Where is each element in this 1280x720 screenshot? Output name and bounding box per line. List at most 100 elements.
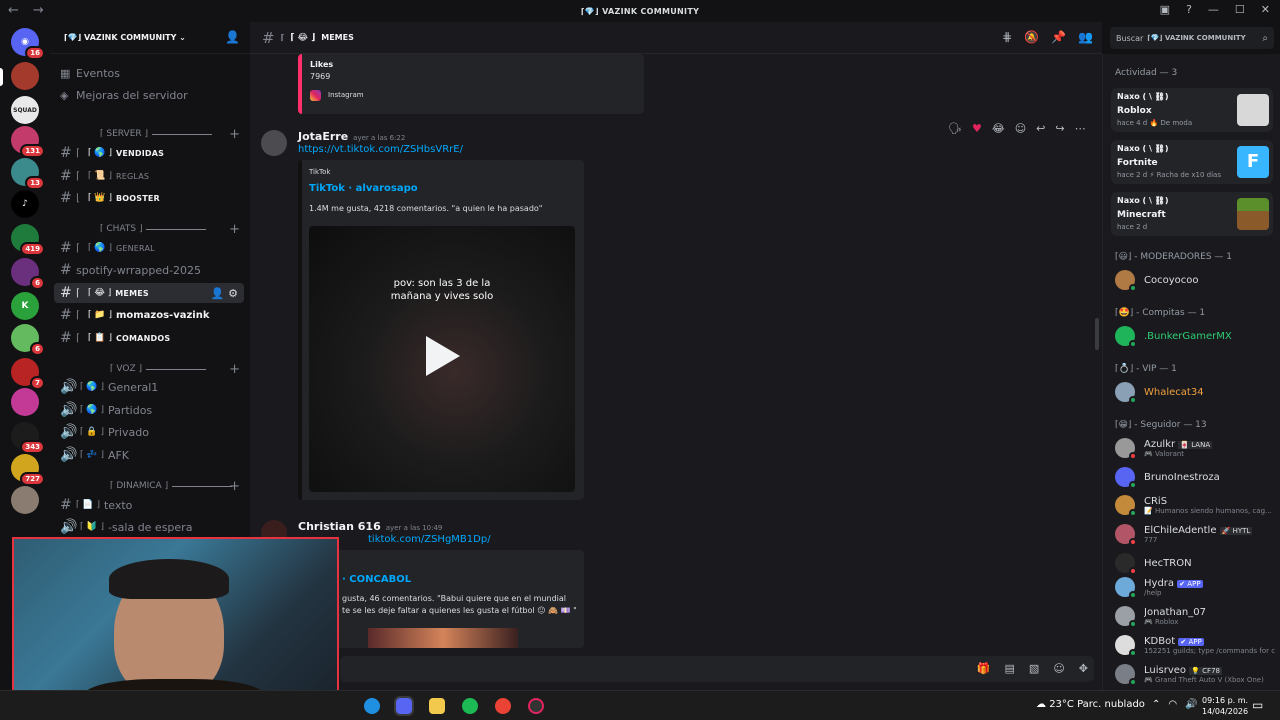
reply-icon[interactable]: ↩ <box>1036 122 1045 135</box>
channel-reglas[interactable]: # ⌈ ⌈ 📜 ⌋ REGLAS <box>54 166 244 186</box>
pin-icon[interactable]: 📌 <box>1051 30 1066 44</box>
member-item[interactable]: KDBot ✔ APP 152251 guilds; type /commands… <box>1115 631 1277 659</box>
add-channel-icon[interactable]: + <box>229 222 240 237</box>
channel-general[interactable]: # ⌈ ⌈ 🌎 ⌋ GENERAL <box>54 238 244 258</box>
discord-icon[interactable] <box>394 696 414 716</box>
channel-memes[interactable]: # ⌈ ⌈ 😂 ⌋ MEMES 👤 ⚙ <box>54 283 244 303</box>
category-voz[interactable]: ⌈ VOZ ⌋ + <box>58 362 244 377</box>
chrome-icon[interactable] <box>495 698 511 714</box>
channel-texto[interactable]: # ⌈ 📄 ⌋ texto <box>54 495 244 515</box>
obs-icon[interactable] <box>528 698 544 714</box>
message-link[interactable]: https://vt.tiktok.com/ZSHbsVRrE/ <box>298 144 463 155</box>
emoji-icon[interactable]: ☺ <box>1053 662 1064 675</box>
voice-channel-partidos[interactable]: 🔊 ⌈ 🌎 ⌋ Partidos <box>54 400 244 420</box>
forward-icon[interactable]: ↪ <box>1055 122 1064 135</box>
embed-title[interactable]: · CONCABOL <box>342 574 411 585</box>
member-item[interactable]: Hydra ✔ APP/help <box>1115 573 1277 601</box>
play-icon[interactable] <box>426 336 460 376</box>
wifi-icon[interactable]: ◠ <box>1168 699 1177 710</box>
member-item[interactable]: Luisrveo 💡 CF78 🎮 Grand Theft Auto V (Xbo… <box>1115 660 1277 688</box>
video-thumbnail[interactable] <box>368 628 518 648</box>
category-server[interactable]: ⌈ SERVER ⌋ + <box>58 127 244 142</box>
maximize-icon[interactable]: ☐ <box>1235 3 1245 16</box>
message-author[interactable]: Christian 616 ayer a las 10:49 <box>298 520 442 533</box>
member-item[interactable]: CRiS 📝 Humanos siendo humanos, cag... <box>1115 491 1277 519</box>
server-icon[interactable] <box>11 62 39 90</box>
sticker-icon[interactable]: ▧ <box>1029 662 1039 675</box>
add-channel-icon[interactable]: + <box>229 362 240 377</box>
invite-icon[interactable]: 👤 <box>211 287 225 300</box>
activity-card[interactable]: Naxo ( \ ⛓) Fortnite hace 2 d ⚡ Racha de… <box>1111 140 1273 184</box>
gif-icon[interactable]: ▤ <box>1005 662 1015 675</box>
server-icon[interactable]: 727 <box>11 454 45 486</box>
help-icon[interactable]: ? <box>1186 3 1192 16</box>
member-item[interactable]: Azulkr 🀄 LANA 🎮 Valorant <box>1115 434 1277 462</box>
server-icon[interactable]: 13 <box>11 158 45 190</box>
server-boost-link[interactable]: ◈ Mejoras del servidor <box>54 85 244 105</box>
server-icon[interactable]: 6 <box>11 258 45 290</box>
server-icon[interactable]: K <box>11 292 39 320</box>
laugh-reaction-icon[interactable]: 😂 <box>992 122 1005 135</box>
member-item[interactable]: Whalecat34 <box>1115 378 1277 406</box>
video-thumbnail[interactable]: pov: son las 3 de la mañana y vives solo <box>309 226 575 492</box>
notification-icon[interactable]: ▭ <box>1252 698 1263 712</box>
server-icon[interactable] <box>11 486 39 514</box>
voice-channel-general1[interactable]: 🔊 ⌈ 🌎 ⌋ General1 <box>54 377 244 397</box>
channel-momazos[interactable]: # ⌈ ⌈ 📁 ⌋ momazos-vazink <box>54 305 244 325</box>
edge-icon[interactable] <box>364 698 380 714</box>
search-input[interactable]: Buscar ⌈💎⌋ VAZINK COMMUNITY ⌕ <box>1110 27 1274 49</box>
server-icon[interactable]: 419 <box>11 224 45 256</box>
embed-title[interactable]: TikTok · alvarosapo <box>309 183 418 194</box>
server-icon[interactable]: 131 <box>11 126 45 158</box>
gift-icon[interactable]: 🎁 <box>977 662 991 675</box>
member-item[interactable]: Jonathan_07 🎮 Roblox <box>1115 602 1277 630</box>
member-item[interactable]: Cocoyocoo <box>1115 266 1277 294</box>
mute-bell-icon[interactable]: 🔕 <box>1024 30 1039 44</box>
scrollbar-thumb[interactable] <box>1095 318 1099 350</box>
server-icon[interactable]: 6 <box>11 324 45 356</box>
voice-channel-afk[interactable]: 🔊 ⌈ 💤 ⌋ AFK <box>54 445 244 465</box>
message-author[interactable]: JotaErre ayer a las 6:22 <box>298 130 405 143</box>
minimize-icon[interactable]: — <box>1208 3 1219 16</box>
channel-comandos[interactable]: # ⌈ ⌈ 📋 ⌋ COMANDOS <box>54 328 244 348</box>
member-list-icon[interactable]: 👥 <box>1078 30 1093 44</box>
avatar[interactable] <box>261 130 287 156</box>
category-chats[interactable]: ⌈ CHATS ⌋ + <box>58 222 244 237</box>
server-icon[interactable] <box>11 388 39 416</box>
reaction-icon[interactable]: 🗣 <box>948 122 962 135</box>
message-composer[interactable]: 🎁 ▤ ▧ ☺ ✥ <box>340 656 1094 682</box>
category-dinamica[interactable]: ⌈ DINAMICA ⌋ + <box>58 479 244 494</box>
server-icon[interactable]: SQUAD <box>11 96 39 124</box>
heart-reaction-icon[interactable]: ♥ <box>972 122 982 135</box>
channel-vendidas[interactable]: # ⌈ ⌈ 🌎 ⌋ VENDIDAS <box>54 143 244 163</box>
direct-messages-button[interactable]: ◉ 16 <box>11 28 45 60</box>
add-channel-icon[interactable]: + <box>229 127 240 142</box>
voice-channel-espera[interactable]: 🔊 ⌈ 🔰 ⌋ -sala de espera <box>54 517 244 537</box>
server-icon[interactable]: ♪ <box>11 190 39 218</box>
channel-booster[interactable]: # ⌊ ⌈ 👑 ⌋ BOOSTER <box>54 188 244 208</box>
channel-spotify[interactable]: # spotify-wrrapped-2025 <box>54 260 244 280</box>
volume-icon[interactable]: 🔊 <box>1185 699 1197 710</box>
settings-gear-icon[interactable]: ⚙ <box>228 287 238 300</box>
voice-channel-privado[interactable]: 🔊 ⌈ 🔒 ⌋ Privado <box>54 422 244 442</box>
clock[interactable]: 09:16 p. m. 14/04/2026 <box>1202 695 1248 717</box>
spotify-icon[interactable] <box>462 698 478 714</box>
threads-icon[interactable]: ⋕ <box>1002 30 1012 44</box>
add-reaction-icon[interactable]: ☺ <box>1015 122 1026 135</box>
close-icon[interactable]: ✕ <box>1261 3 1270 16</box>
server-icon[interactable]: 7 <box>11 358 45 390</box>
member-item[interactable]: ElChileAdentle 🚀 HYTL 777 <box>1115 520 1277 548</box>
events-link[interactable]: ▦ Eventos <box>54 63 244 83</box>
guild-header[interactable]: ⌈💎⌋ VAZINK COMMUNITY ⌄ 👤 <box>50 22 250 54</box>
more-options-icon[interactable]: ⋯ <box>1075 122 1086 135</box>
message-link[interactable]: tiktok.com/ZSHgMB1Dp/ <box>368 534 491 545</box>
inbox-icon[interactable]: ▣ <box>1160 3 1170 16</box>
apps-icon[interactable]: ✥ <box>1079 662 1088 675</box>
file-explorer-icon[interactable] <box>429 698 445 714</box>
server-icon[interactable]: 343 <box>11 422 45 454</box>
weather-widget[interactable]: ☁ 23°C Parc. nublado <box>1036 699 1145 710</box>
member-item[interactable]: BrunoInestroza <box>1115 463 1277 491</box>
invite-people-icon[interactable]: 👤 <box>225 30 240 44</box>
add-channel-icon[interactable]: + <box>229 479 240 494</box>
activity-card[interactable]: Naxo ( \ ⛓) Minecraft hace 2 d <box>1111 192 1273 236</box>
